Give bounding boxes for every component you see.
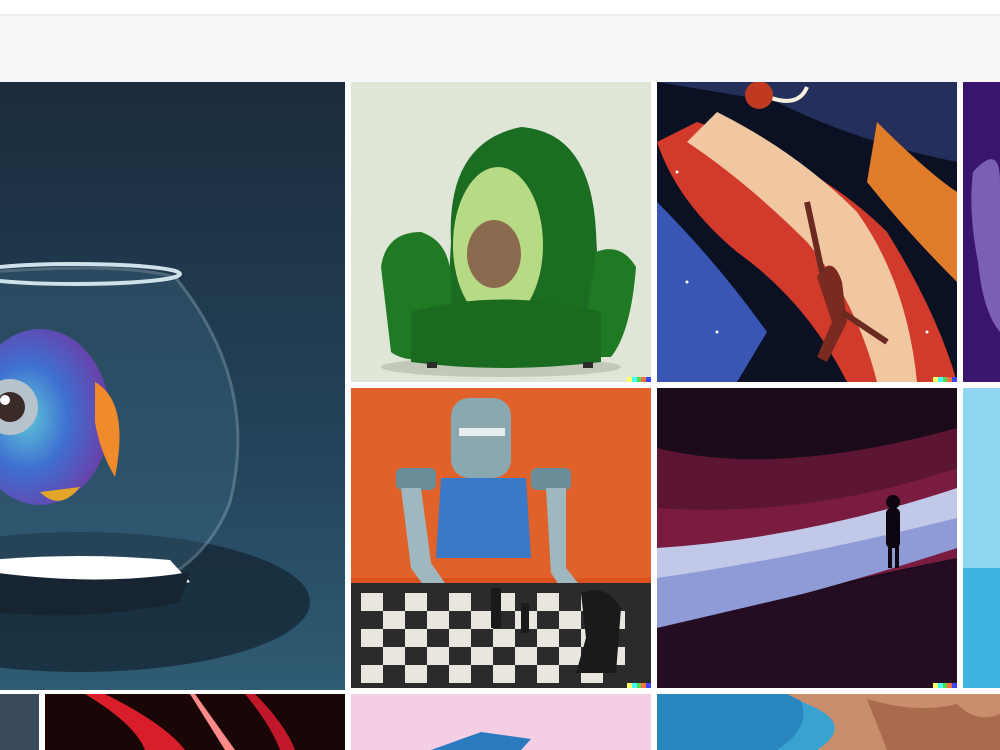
- space-basketball-image[interactable]: [657, 82, 957, 382]
- bottom-neon-art: [45, 694, 345, 750]
- bottom-ocean-art: [657, 694, 1000, 750]
- sky-art: [963, 388, 1000, 688]
- bottom-ocean-image[interactable]: [657, 694, 1000, 750]
- robot-chess-art: [351, 388, 651, 688]
- robot-chess-image[interactable]: [351, 388, 651, 688]
- desert-art: [657, 388, 957, 688]
- image-gallery: [0, 0, 1000, 750]
- sky-partial-image[interactable]: [963, 388, 1000, 688]
- bottom-pink-image[interactable]: [351, 694, 651, 750]
- avocado-armchair-image[interactable]: [351, 82, 651, 382]
- top-bar: [0, 0, 1000, 14]
- fishbowl-fish-image[interactable]: [0, 82, 345, 690]
- bottom-neon-image[interactable]: [45, 694, 345, 750]
- watermark: [933, 377, 957, 382]
- watermark: [627, 683, 651, 688]
- bottom-dark-image[interactable]: [0, 694, 39, 750]
- fishbowl-art: [0, 82, 345, 690]
- desert-figure-image[interactable]: [657, 388, 957, 688]
- bottom-dark-art: [0, 694, 39, 750]
- watermark: [627, 377, 651, 382]
- watermark: [933, 683, 957, 688]
- avocado-art: [351, 82, 651, 382]
- bottom-pink-art: [351, 694, 651, 750]
- purple-art: [963, 82, 1000, 382]
- purple-partial-image[interactable]: [963, 82, 1000, 382]
- space-dunk-art: [657, 82, 957, 382]
